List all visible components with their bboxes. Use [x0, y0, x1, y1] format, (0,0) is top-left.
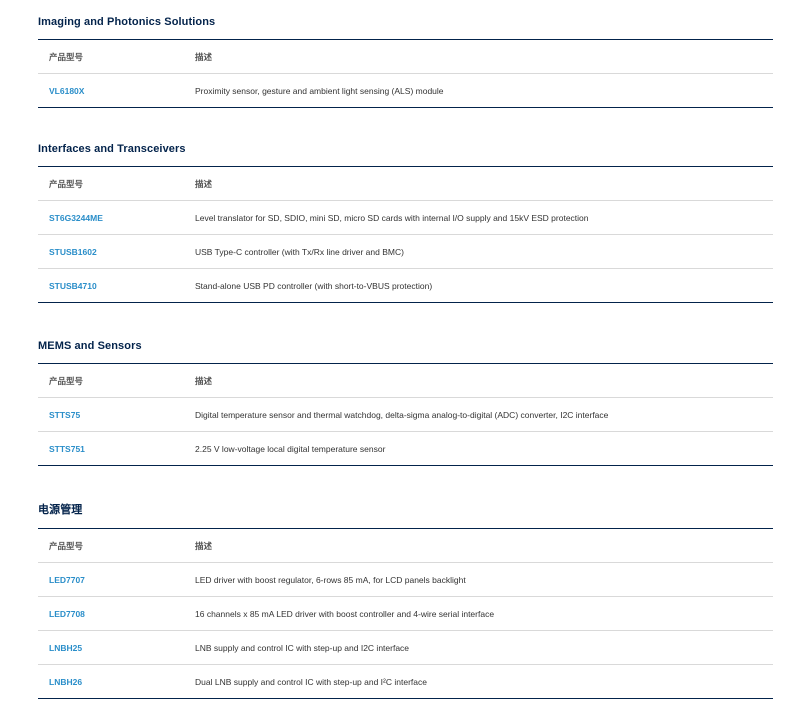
part-number-link[interactable]: STUSB1602 [38, 234, 195, 269]
column-header-description: 描述 [195, 528, 773, 563]
part-number-link[interactable]: STTS751 [38, 432, 195, 466]
section-title: 电源管理 [38, 504, 83, 516]
part-description: USB Type-C controller (with Tx/Rx line d… [195, 234, 773, 269]
column-header-part: 产品型号 [38, 39, 195, 74]
part-number-link[interactable]: ST6G3244ME [38, 200, 195, 235]
section-interfaces-transceivers: Interfaces and Transceivers 产品型号 描述 ST6G… [38, 139, 773, 303]
column-header-part: 产品型号 [38, 528, 195, 563]
table-row: VL6180X Proximity sensor, gesture and am… [38, 74, 773, 108]
part-description: 16 channels x 85 mA LED driver with boos… [195, 596, 773, 631]
product-table: 产品型号 描述 LED7707 LED driver with boost re… [38, 528, 773, 699]
product-table: 产品型号 描述 ST6G3244ME Level translator for … [38, 166, 773, 303]
table-row: LNBH25 LNB supply and control IC with st… [38, 630, 773, 665]
table-row: LED7708 16 channels x 85 mA LED driver w… [38, 596, 773, 631]
product-table: 产品型号 描述 VL6180X Proximity sensor, gestur… [38, 39, 773, 108]
column-header-description: 描述 [195, 39, 773, 74]
part-description: Level translator for SD, SDIO, mini SD, … [195, 200, 773, 235]
section-title: MEMS and Sensors [38, 340, 142, 352]
part-description: LED driver with boost regulator, 6-rows … [195, 562, 773, 597]
part-number-link[interactable]: LED7708 [38, 596, 195, 631]
table-header-row: 产品型号 描述 [38, 363, 773, 398]
section-title: Imaging and Photonics Solutions [38, 16, 216, 28]
part-number-link[interactable]: VL6180X [38, 74, 195, 108]
table-row: STTS75 Digital temperature sensor and th… [38, 397, 773, 432]
table-row: ST6G3244ME Level translator for SD, SDIO… [38, 200, 773, 235]
column-header-description: 描述 [195, 363, 773, 398]
table-row: STTS751 2.25 V low-voltage local digital… [38, 432, 773, 466]
section-imaging-photonics: Imaging and Photonics Solutions 产品型号 描述 … [38, 12, 773, 108]
table-row: LNBH26 Dual LNB supply and control IC wi… [38, 665, 773, 699]
section-mems-sensors: MEMS and Sensors 产品型号 描述 STTS75 Digital … [38, 336, 773, 466]
column-header-part: 产品型号 [38, 363, 195, 398]
product-table: 产品型号 描述 STTS75 Digital temperature senso… [38, 363, 773, 466]
part-number-link[interactable]: LNBH26 [38, 665, 195, 699]
table-header-row: 产品型号 描述 [38, 528, 773, 563]
part-description: Stand-alone USB PD controller (with shor… [195, 280, 433, 291]
part-number-link[interactable]: STUSB4710 [38, 269, 195, 303]
table-row: LED7707 LED driver with boost regulator,… [38, 562, 773, 597]
table-row: STUSB4710 Stand-alone USB PD controller … [38, 269, 773, 303]
part-number-link[interactable]: STTS75 [38, 397, 195, 432]
section-title: Interfaces and Transceivers [38, 143, 186, 155]
table-header-row: 产品型号 描述 [38, 39, 773, 74]
part-description: 2.25 V low-voltage local digital tempera… [195, 443, 386, 454]
part-description: Digital temperature sensor and thermal w… [195, 397, 773, 432]
part-number-link[interactable]: LNBH25 [38, 630, 195, 665]
part-number-link[interactable]: LED7707 [38, 562, 195, 597]
column-header-part: 产品型号 [38, 166, 195, 201]
part-description: Proximity sensor, gesture and ambient li… [195, 85, 444, 96]
part-description: Dual LNB supply and control IC with step… [195, 676, 427, 687]
column-header-description: 描述 [195, 166, 773, 201]
table-header-row: 产品型号 描述 [38, 166, 773, 201]
section-power-management: 电源管理 产品型号 描述 LED7707 LED driver with boo… [38, 500, 773, 699]
part-description: LNB supply and control IC with step-up a… [195, 630, 773, 665]
table-row: STUSB1602 USB Type-C controller (with Tx… [38, 234, 773, 269]
